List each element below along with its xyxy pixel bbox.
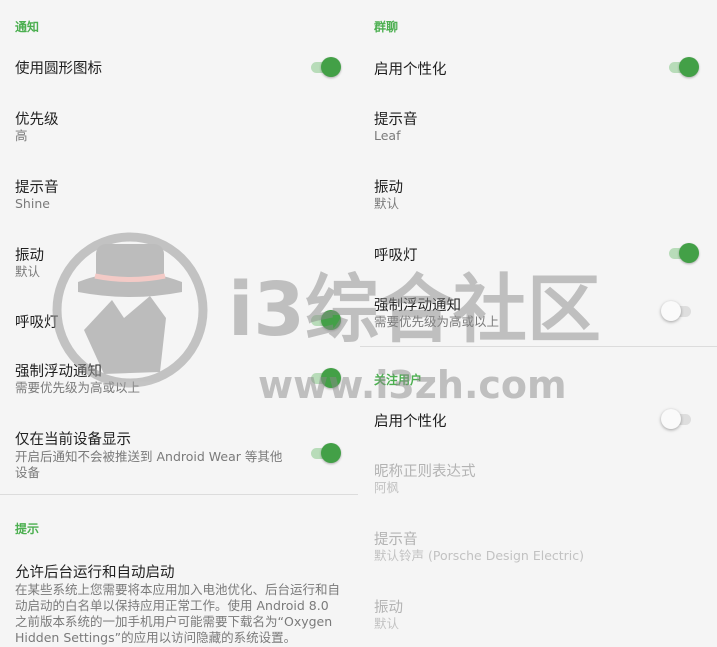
setting-summary: Leaf	[374, 128, 401, 143]
section-header-tips: 提示	[15, 522, 40, 536]
setting-group-heads-up[interactable]: 强制浮动通知 需要优先级为高或以上	[360, 286, 717, 334]
group-settings-panel: 群聊 启用个性化 提示音 Leaf 振动 默认 呼吸灯 强制浮动通知 需要优先级…	[360, 0, 717, 647]
notification-settings-panel: 通知 使用圆形图标 优先级 高 提示音 Shine 振动 默认 呼吸灯 强制浮动…	[0, 0, 358, 647]
setting-title: 使用圆形图标	[15, 61, 102, 77]
section-header-followed-users: 关注用户	[374, 373, 423, 387]
setting-round-icon[interactable]: 使用圆形图标	[0, 46, 358, 88]
setting-title: 振动	[374, 180, 403, 196]
section-header-notification: 通知	[15, 20, 40, 34]
setting-title: 提示音	[374, 112, 418, 128]
setting-group-vibrate[interactable]: 振动 默认	[360, 166, 717, 218]
setting-title: 振动	[374, 600, 403, 616]
local-only-toggle[interactable]	[309, 442, 341, 464]
setting-group-personalize[interactable]: 启用个性化	[360, 46, 717, 88]
setting-nickname-regex: 昵称正则表达式 阿枫	[360, 450, 717, 502]
setting-summary: 默认	[374, 616, 400, 631]
setting-title: 呼吸灯	[15, 315, 59, 331]
setting-summary: 默认	[374, 196, 400, 211]
setting-title: 提示音	[374, 532, 418, 548]
section-header-group-chat: 群聊	[374, 20, 399, 34]
setting-summary: 需要优先级为高或以上	[374, 314, 500, 329]
section-divider	[360, 346, 717, 347]
group-breathing-light-toggle[interactable]	[667, 242, 699, 264]
setting-group-sound[interactable]: 提示音 Leaf	[360, 98, 717, 150]
setting-title: 优先级	[15, 112, 59, 128]
setting-heads-up[interactable]: 强制浮动通知 需要优先级为高或以上	[0, 352, 358, 400]
setting-title: 呼吸灯	[374, 248, 418, 264]
setting-sound[interactable]: 提示音 Shine	[0, 166, 358, 218]
setting-title: 提示音	[15, 180, 59, 196]
group-heads-up-toggle[interactable]	[661, 300, 693, 322]
setting-summary: 在某些系统上您需要将本应用加入电池优化、后台运行和自动启动的白名单以保持应用正常…	[15, 582, 341, 645]
setting-background-run[interactable]: 允许后台运行和自动启动 在某些系统上您需要将本应用加入电池优化、后台运行和自动启…	[0, 552, 358, 647]
setting-title: 仅在当前设备显示	[15, 432, 131, 448]
group-personalize-toggle[interactable]	[667, 56, 699, 78]
setting-group-breathing-light[interactable]: 呼吸灯	[360, 232, 717, 274]
section-divider	[0, 494, 358, 495]
round-icon-toggle[interactable]	[309, 56, 341, 78]
setting-title: 振动	[15, 248, 44, 264]
setting-local-only[interactable]: 仅在当前设备显示 开启后通知不会被推送到 Android Wear 等其他设备	[0, 420, 358, 484]
setting-title: 启用个性化	[374, 414, 447, 430]
setting-summary: Shine	[15, 196, 50, 211]
setting-priority[interactable]: 优先级 高	[0, 98, 358, 150]
followed-personalize-toggle[interactable]	[661, 408, 693, 430]
setting-vibrate[interactable]: 振动 默认	[0, 234, 358, 286]
setting-followed-personalize[interactable]: 启用个性化	[360, 398, 717, 440]
setting-summary: 开启后通知不会被推送到 Android Wear 等其他设备	[15, 449, 283, 480]
setting-title: 强制浮动通知	[15, 364, 102, 380]
heads-up-toggle[interactable]	[309, 367, 341, 389]
setting-summary: 需要优先级为高或以上	[15, 380, 141, 395]
setting-summary: 阿枫	[374, 480, 400, 495]
setting-breathing-light[interactable]: 呼吸灯	[0, 300, 358, 342]
setting-followed-sound: 提示音 默认铃声 (Porsche Design Electric)	[360, 518, 717, 570]
setting-title: 强制浮动通知	[374, 298, 461, 314]
setting-summary: 高	[15, 128, 28, 143]
setting-title: 允许后台运行和自动启动	[15, 565, 175, 581]
setting-title: 启用个性化	[374, 62, 447, 78]
setting-followed-vibrate: 振动 默认	[360, 586, 717, 638]
setting-title: 昵称正则表达式	[374, 464, 476, 480]
setting-summary: 默认铃声 (Porsche Design Electric)	[374, 548, 585, 563]
setting-summary: 默认	[15, 264, 41, 279]
breathing-light-toggle[interactable]	[309, 309, 341, 331]
